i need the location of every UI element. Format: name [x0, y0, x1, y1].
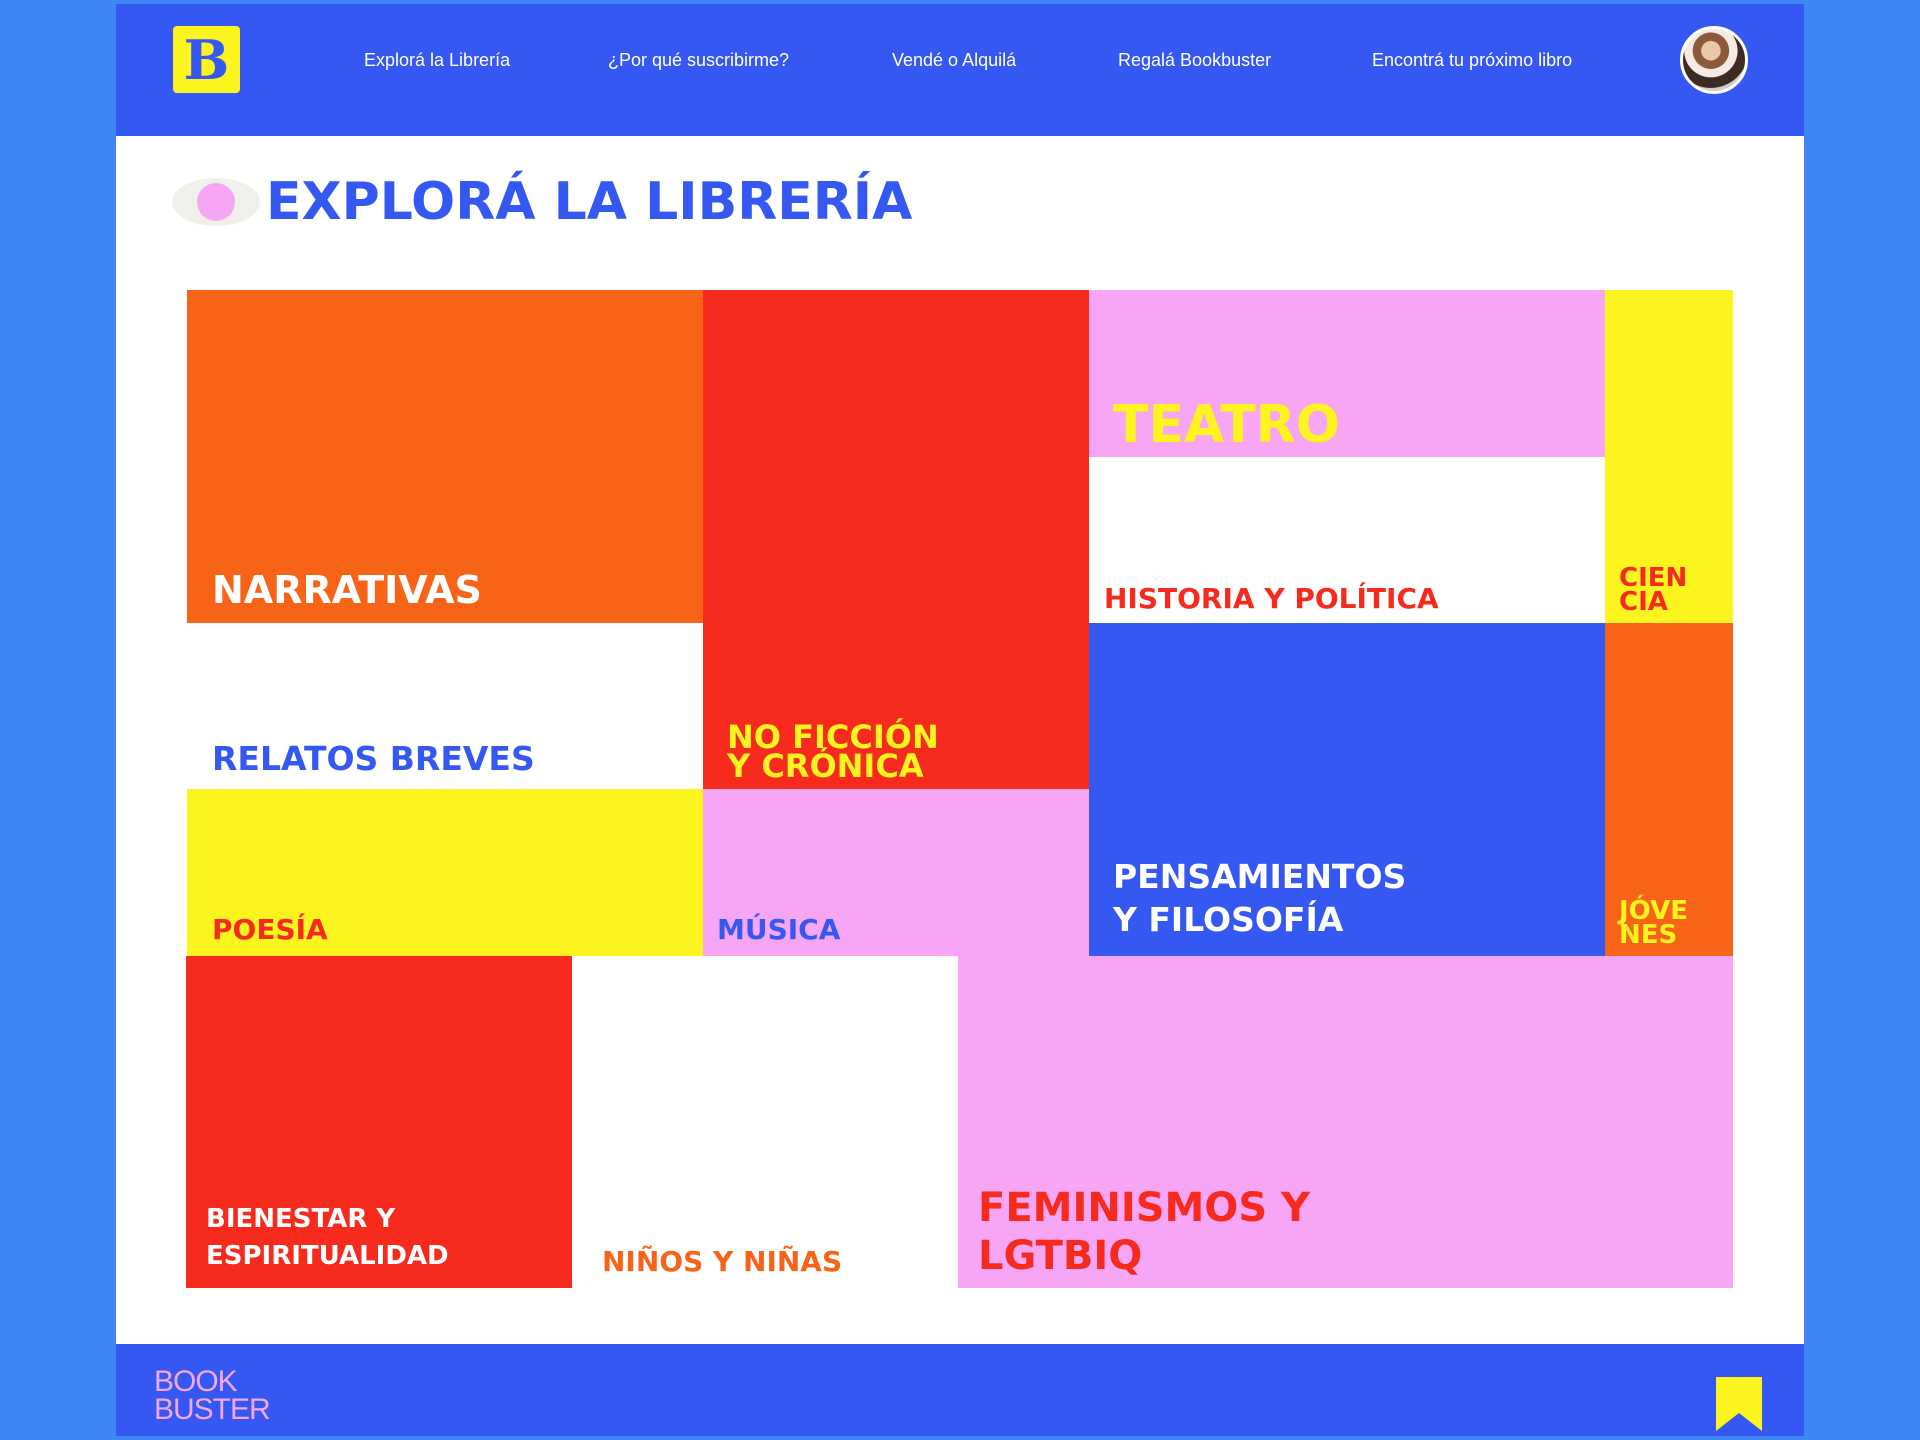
eye-icon [172, 178, 260, 226]
category-bienestar-y-espiritualidad[interactable]: BIENESTAR Y ESPIRITUALIDAD [186, 956, 572, 1288]
footer-bookbuster-logo[interactable]: BOOK BUSTER [154, 1366, 271, 1424]
bookbuster-logo[interactable]: B [173, 26, 240, 93]
category-label: PENSAMIENTOS Y FILOSOFÍA [1113, 857, 1407, 940]
category-jovenes[interactable]: JÓVE NES [1605, 623, 1733, 956]
nav-explora-libreria[interactable]: Explorá la Librería [364, 50, 510, 71]
category-label: MÚSICA [717, 912, 841, 946]
nav-vende-o-alquila[interactable]: Vendé o Alquilá [892, 50, 1016, 71]
nav-por-que-suscribirme[interactable]: ¿Por qué suscribirme? [608, 50, 789, 71]
category-relatos-breves[interactable]: RELATOS BREVES [187, 623, 703, 789]
category-ninos-y-ninas[interactable]: NIÑOS Y NIÑAS [572, 956, 958, 1288]
category-label: NO FICCIÓN Y CRÓNICA [727, 718, 939, 786]
user-avatar[interactable] [1680, 26, 1748, 94]
category-historia-y-politica[interactable]: HISTORIA Y POLÍTICA [1089, 457, 1605, 623]
category-label: RELATOS BREVES [212, 739, 535, 779]
category-label: NIÑOS Y NIÑAS [602, 1244, 843, 1278]
category-ciencia[interactable]: CIEN CIA [1605, 290, 1733, 623]
logo-letter: B [183, 27, 230, 92]
category-musica[interactable]: MÚSICA [703, 789, 1089, 956]
page-title: EXPLORÁ LA LIBRERÍA [266, 172, 913, 232]
category-narrativas[interactable]: NARRATIVAS [187, 290, 703, 623]
category-label: POESÍA [212, 912, 328, 946]
nav-regala-bookbuster[interactable]: Regalá Bookbuster [1118, 50, 1271, 71]
category-poesia[interactable]: POESÍA [187, 789, 703, 956]
category-label: JÓVE NES [1619, 896, 1688, 951]
category-feminismos-y-lgtbiq[interactable]: FEMINISMOS Y LGTBIQ [958, 956, 1733, 1288]
category-label: TEATRO [1113, 395, 1340, 456]
category-no-ficcion-y-cronica[interactable]: NO FICCIÓN Y CRÓNICA [703, 290, 1089, 789]
page-frame: B Explorá la Librería ¿Por qué suscribir… [116, 4, 1804, 1436]
top-navigation-bar: B Explorá la Librería ¿Por qué suscribir… [116, 4, 1804, 136]
category-label: HISTORIA Y POLÍTICA [1104, 581, 1439, 615]
category-label: NARRATIVAS [212, 568, 482, 613]
bookmark-icon[interactable] [1716, 1377, 1762, 1431]
nav-encontra-proximo-libro[interactable]: Encontrá tu próximo libro [1372, 50, 1572, 71]
category-label: CIEN CIA [1619, 563, 1688, 618]
category-label: FEMINISMOS Y LGTBIQ [978, 1185, 1311, 1279]
category-teatro[interactable]: TEATRO [1089, 290, 1605, 457]
footer: BOOK BUSTER [116, 1344, 1804, 1436]
category-pensamientos-y-filosofia[interactable]: PENSAMIENTOS Y FILOSOFÍA [1089, 623, 1605, 956]
category-label: BIENESTAR Y ESPIRITUALIDAD [206, 1203, 449, 1272]
